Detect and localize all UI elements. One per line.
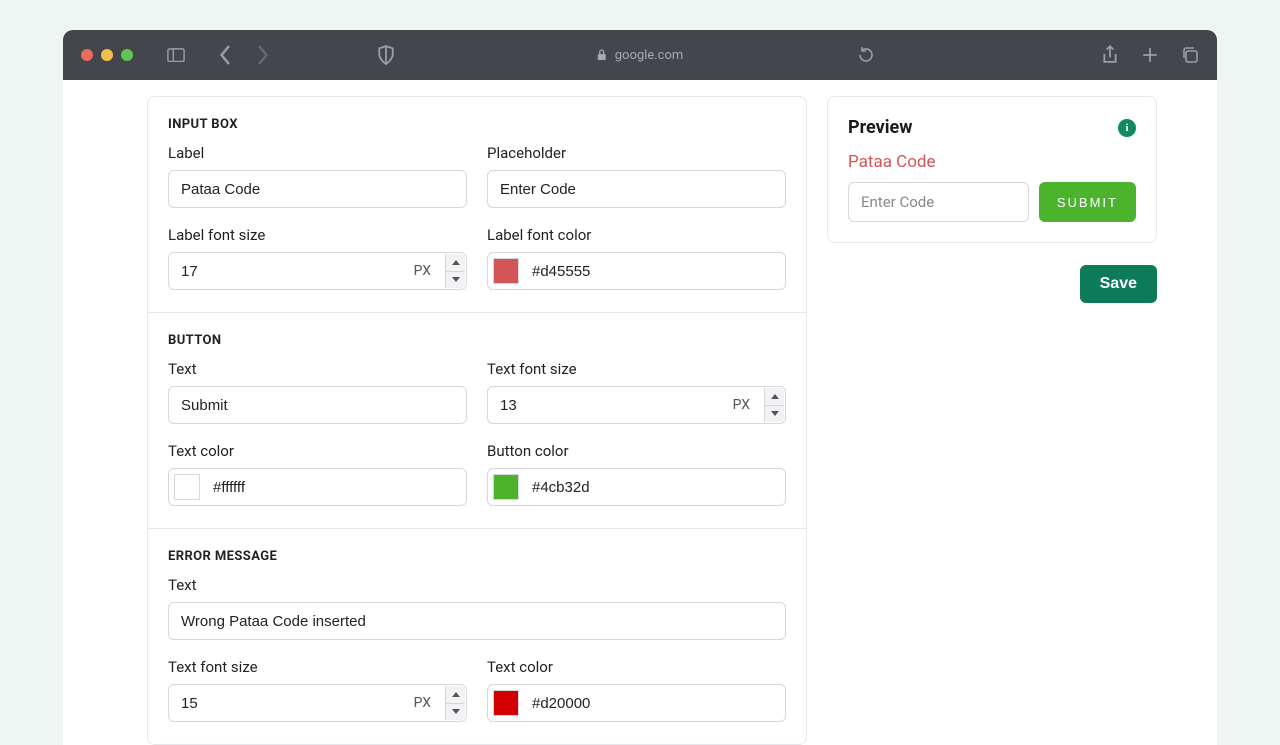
placeholder-input[interactable] [487,170,786,208]
placeholder-field-label: Placeholder [487,144,786,162]
color-swatch[interactable] [493,690,519,716]
label-input[interactable] [168,170,467,208]
share-icon[interactable] [1101,46,1119,64]
tabs-overview-icon[interactable] [1181,46,1199,64]
url-text: google.com [615,48,684,63]
stepper-up-icon[interactable] [446,254,465,272]
info-icon[interactable]: i [1118,119,1136,137]
button-section: BUTTON Text Text font size PX [148,313,806,529]
button-color-input[interactable] [487,468,786,506]
save-button[interactable]: Save [1080,265,1157,303]
px-unit: PX [733,397,750,413]
sidebar-toggle-icon[interactable] [167,46,185,64]
privacy-shield-icon[interactable] [377,46,395,64]
label-font-size-label: Label font size [168,226,467,244]
color-swatch[interactable] [493,258,519,284]
close-window-button[interactable] [81,49,93,61]
maximize-window-button[interactable] [121,49,133,61]
preview-label: Pataa Code [848,152,1136,172]
label-field-label: Label [168,144,467,162]
label-font-color-label: Label font color [487,226,786,244]
reload-button-icon[interactable] [857,46,875,64]
color-swatch[interactable] [174,474,200,500]
stepper-up-icon[interactable] [446,686,465,704]
address-bar[interactable]: google.com [597,48,684,63]
text-color-input[interactable] [168,468,467,506]
forward-button-icon[interactable] [253,46,271,64]
label-font-color-input[interactable] [487,252,786,290]
new-tab-icon[interactable] [1141,46,1159,64]
stepper-down-icon[interactable] [765,406,784,423]
error-color-input[interactable] [487,684,786,722]
stepper-up-icon[interactable] [765,388,784,406]
button-text-input[interactable] [168,386,467,424]
preview-input[interactable]: Enter Code [848,182,1029,222]
preview-title: Preview [848,117,912,138]
px-unit: PX [414,263,431,279]
minimize-window-button[interactable] [101,49,113,61]
button-section-title: BUTTON [168,333,786,348]
error-text-label: Text [168,576,786,594]
px-unit: PX [414,695,431,711]
browser-titlebar: google.com [63,30,1217,80]
button-font-size-label: Text font size [487,360,786,378]
input-box-title: INPUT BOX [168,117,786,132]
stepper-down-icon[interactable] [446,272,465,289]
error-section: ERROR MESSAGE Text Text font size PX [148,529,806,744]
button-text-label: Text [168,360,467,378]
stepper-down-icon[interactable] [446,704,465,721]
input-box-section: INPUT BOX Label Placeholder Label font s… [148,97,806,313]
error-text-input[interactable] [168,602,786,640]
back-button-icon[interactable] [217,46,235,64]
preview-card: Preview i Pataa Code Enter Code SUBMIT [827,96,1157,243]
text-color-label: Text color [168,442,467,460]
error-color-label: Text color [487,658,786,676]
error-font-size-label: Text font size [168,658,467,676]
window-controls [81,49,133,61]
error-section-title: ERROR MESSAGE [168,549,786,564]
preview-submit-button[interactable]: SUBMIT [1039,182,1136,222]
color-swatch[interactable] [493,474,519,500]
button-color-label: Button color [487,442,786,460]
